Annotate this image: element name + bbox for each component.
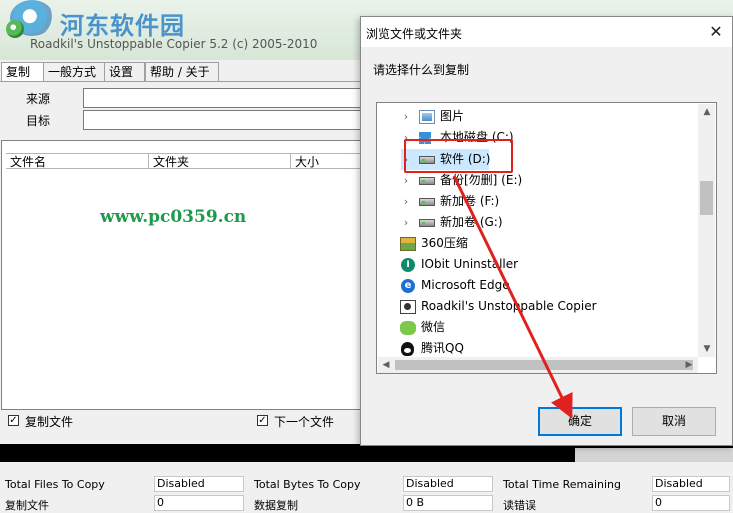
cancel-button[interactable]: 取消 <box>632 407 716 436</box>
tree-horizontal-scroll-thumb[interactable] <box>395 360 693 370</box>
stat-copied-files-value: 0 <box>154 495 244 511</box>
edge-icon: e <box>401 279 415 293</box>
stat-data-copied-value: 0 B <box>403 495 493 511</box>
scroll-up-icon[interactable]: ▲ <box>699 107 715 117</box>
tree-vertical-scroll-thumb[interactable] <box>700 181 713 215</box>
stat-total-files-label: Total Files To Copy <box>5 478 105 491</box>
copy-files-checkbox[interactable]: ✓ <box>8 415 19 426</box>
highlight-box <box>404 139 513 173</box>
stat-total-time-value: Disabled <box>652 476 730 492</box>
tree-item-label: 图片 <box>440 109 465 123</box>
tree-item-label: 备份[勿删] (E:) <box>440 173 523 187</box>
stat-data-copied-label: 数据复制 <box>254 499 298 512</box>
drive-icon <box>419 219 435 227</box>
copier-icon <box>400 300 416 314</box>
tree-item-label: 新加卷 (F:) <box>440 194 500 208</box>
tree-item-label: 新加卷 (G:) <box>440 215 503 229</box>
column-filename[interactable]: 文件名 <box>6 153 149 169</box>
stat-total-files-value: Disabled <box>154 476 244 492</box>
scroll-left-icon[interactable]: ◀ <box>378 360 394 370</box>
tree-item-edge[interactable]: e Microsoft Edge <box>377 275 697 296</box>
tree-item-drive-f[interactable]: › 新加卷 (F:) <box>377 191 697 212</box>
drive-icon <box>419 198 435 206</box>
chevron-right-icon[interactable]: › <box>401 191 411 212</box>
tree-item-label: 腾讯QQ <box>421 341 464 355</box>
tab-divider <box>0 81 362 82</box>
chevron-right-icon[interactable]: › <box>401 106 411 127</box>
dialog-prompt: 请选择什么到复制 <box>373 63 470 77</box>
target-input[interactable] <box>83 110 365 130</box>
progress-bar-segment <box>575 448 733 462</box>
stat-copied-files-label: 复制文件 <box>5 499 49 512</box>
source-input[interactable] <box>83 88 365 108</box>
tree-item-wechat[interactable]: 微信 <box>377 317 697 338</box>
stats-panel <box>0 468 733 508</box>
stat-read-errors-label: 读错误 <box>503 499 536 512</box>
tree-item-label: 微信 <box>421 320 446 334</box>
360zip-icon <box>400 237 416 251</box>
watermark-url: www.pc0359.cn <box>100 207 247 227</box>
tree-item-label: Roadkil's Unstoppable Copier <box>421 299 597 313</box>
iobit-icon: I <box>401 258 415 272</box>
tree-item-drive-g[interactable]: › 新加卷 (G:) <box>377 212 697 233</box>
dialog-title: 浏览文件或文件夹 <box>366 27 463 41</box>
tab-copy[interactable]: 复制 <box>1 62 45 82</box>
drive-icon <box>419 177 435 185</box>
tree-item-360zip[interactable]: 360压缩 <box>377 233 697 254</box>
tree-item-drive-e[interactable]: › 备份[勿删] (E:) <box>377 170 697 191</box>
chevron-right-icon[interactable]: › <box>401 170 411 191</box>
source-label: 来源 <box>26 92 51 106</box>
browse-folder-dialog: 浏览文件或文件夹 ✕ 请选择什么到复制 › 图片 › 本地磁盘 (C:) › 软… <box>360 16 733 446</box>
close-icon[interactable]: ✕ <box>704 20 728 44</box>
wechat-icon <box>400 321 416 335</box>
chevron-right-icon[interactable]: › <box>401 212 411 233</box>
tree-item-iobit[interactable]: I IObit Uninstaller <box>377 254 697 275</box>
scroll-right-icon[interactable]: ▶ <box>681 360 697 370</box>
next-file-label: 下一个文件 <box>274 415 335 429</box>
copy-files-label: 复制文件 <box>25 415 74 429</box>
pictures-icon <box>419 110 435 124</box>
column-size[interactable]: 大小 <box>291 153 363 169</box>
tree-item-label: Microsoft Edge <box>421 278 510 292</box>
ok-button[interactable]: 确定 <box>538 407 622 436</box>
tree-item-label: IObit Uninstaller <box>421 257 519 271</box>
next-file-checkbox[interactable]: ✓ <box>257 415 268 426</box>
stat-total-time-label: Total Time Remaining <box>503 478 622 491</box>
file-list[interactable]: 文件名 文件夹 大小 <box>1 140 365 410</box>
watermark-site-text: 河东软件园 <box>60 12 185 40</box>
tree-item-qq[interactable]: 腾讯QQ <box>377 338 697 359</box>
tree-item-label: 360压缩 <box>421 236 468 250</box>
tab-general[interactable]: 一般方式 <box>43 62 108 81</box>
qq-icon <box>401 342 414 356</box>
tree-vertical-scrollbar[interactable] <box>698 104 715 357</box>
scroll-down-icon[interactable]: ▼ <box>699 344 715 354</box>
tree-item-pictures[interactable]: › 图片 <box>377 106 697 127</box>
tab-settings[interactable]: 设置 <box>104 62 145 81</box>
stat-total-bytes-label: Total Bytes To Copy <box>254 478 361 491</box>
tab-help-about[interactable]: 帮助 / 关于 <box>145 62 219 81</box>
stat-total-bytes-value: Disabled <box>403 476 493 492</box>
column-folder[interactable]: 文件夹 <box>149 153 291 169</box>
stat-read-errors-value: 0 <box>652 495 730 511</box>
tree-item-copier[interactable]: Roadkil's Unstoppable Copier <box>377 296 697 317</box>
app-icon <box>6 20 24 38</box>
target-label: 目标 <box>26 114 51 128</box>
main-window-title: Roadkil's Unstoppable Copier 5.2 (c) 200… <box>30 37 318 51</box>
